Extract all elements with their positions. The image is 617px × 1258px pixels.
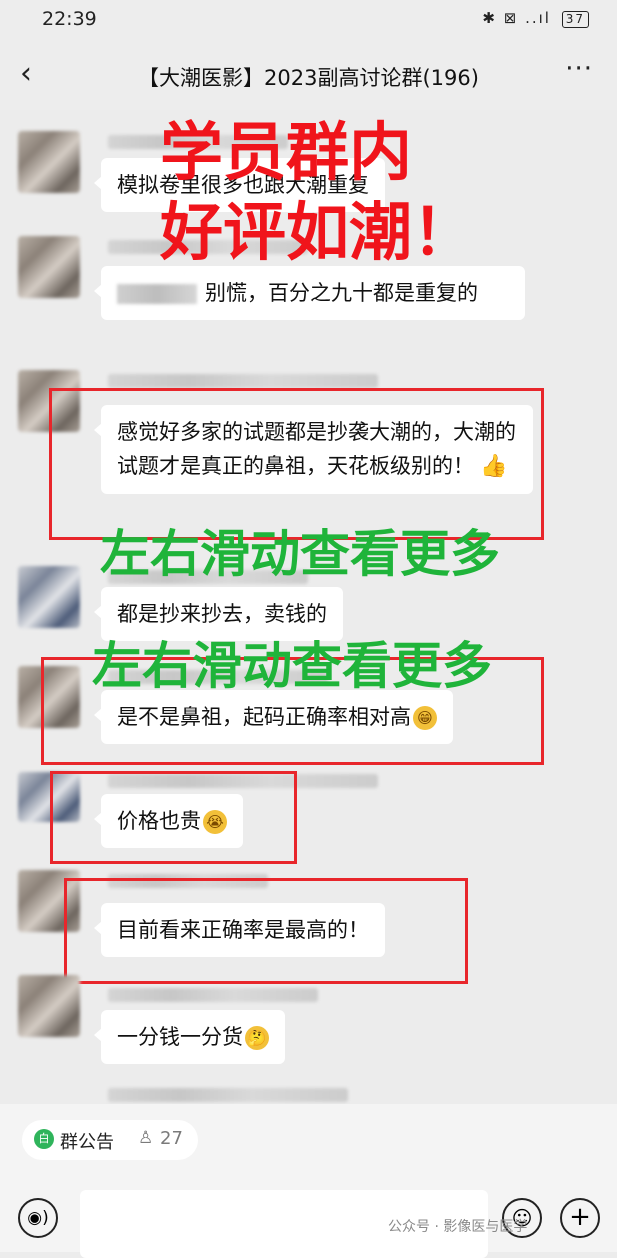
message-text: 别慌，百分之九十都是重复的 xyxy=(205,281,478,305)
highlight-box xyxy=(50,771,297,864)
swipe-hint-overlay: 左右滑动查看更多 xyxy=(100,525,500,583)
group-announcement-button[interactable]: 白 群公告 ♙ 27 xyxy=(22,1120,198,1160)
chat-header: ‹ 【大潮医影】2023副高讨论群(196) ··· xyxy=(0,40,617,110)
avatar[interactable] xyxy=(18,131,80,193)
member-count: 27 xyxy=(160,1128,183,1149)
battery-icon: 37 xyxy=(561,11,589,28)
avatar[interactable] xyxy=(18,566,80,628)
status-bar: 22:39 ✱ ⊠ ..ıl 37 xyxy=(0,0,617,40)
status-icons: ✱ ⊠ ..ıl 37 xyxy=(482,9,589,28)
voice-input-icon[interactable]: ◉) xyxy=(18,1198,58,1238)
announcement-icon: 白 xyxy=(34,1129,54,1149)
message-text: 一分钱一分货 xyxy=(117,1025,243,1049)
promo-overlay-line1: 学员群内 xyxy=(160,116,412,189)
sender-name-blurred xyxy=(108,1088,348,1102)
promo-overlay-line2: 好评如潮！ xyxy=(160,196,475,269)
message-bubble[interactable]: 别慌，百分之九十都是重复的 xyxy=(94,266,525,320)
message-bubble[interactable]: 一分钱一分货 🤔 xyxy=(94,1010,285,1064)
avatar[interactable] xyxy=(18,975,80,1037)
highlight-box xyxy=(64,878,468,984)
sender-name-blurred xyxy=(108,374,378,388)
message-text: 都是抄来抄去，卖钱的 xyxy=(117,602,327,626)
signal-icons: ✱ ⊠ ..ıl xyxy=(482,9,551,27)
member-icon: ♙ xyxy=(138,1128,154,1148)
more-options-icon[interactable]: ··· xyxy=(565,54,593,84)
announcement-label: 群公告 xyxy=(60,1132,114,1153)
status-time: 22:39 xyxy=(42,8,97,30)
chat-title: 【大潮医影】2023副高讨论群(196) xyxy=(138,66,479,90)
sender-name-blurred xyxy=(108,988,318,1002)
thinking-emoji: 🤔 xyxy=(245,1026,269,1050)
mention-blurred xyxy=(117,284,197,304)
avatar[interactable] xyxy=(18,236,80,298)
watermark: 公众号 · 影像医与医学 xyxy=(388,1219,528,1235)
plus-icon[interactable]: + xyxy=(560,1198,600,1238)
swipe-hint-overlay: 左右滑动查看更多 xyxy=(92,637,492,695)
